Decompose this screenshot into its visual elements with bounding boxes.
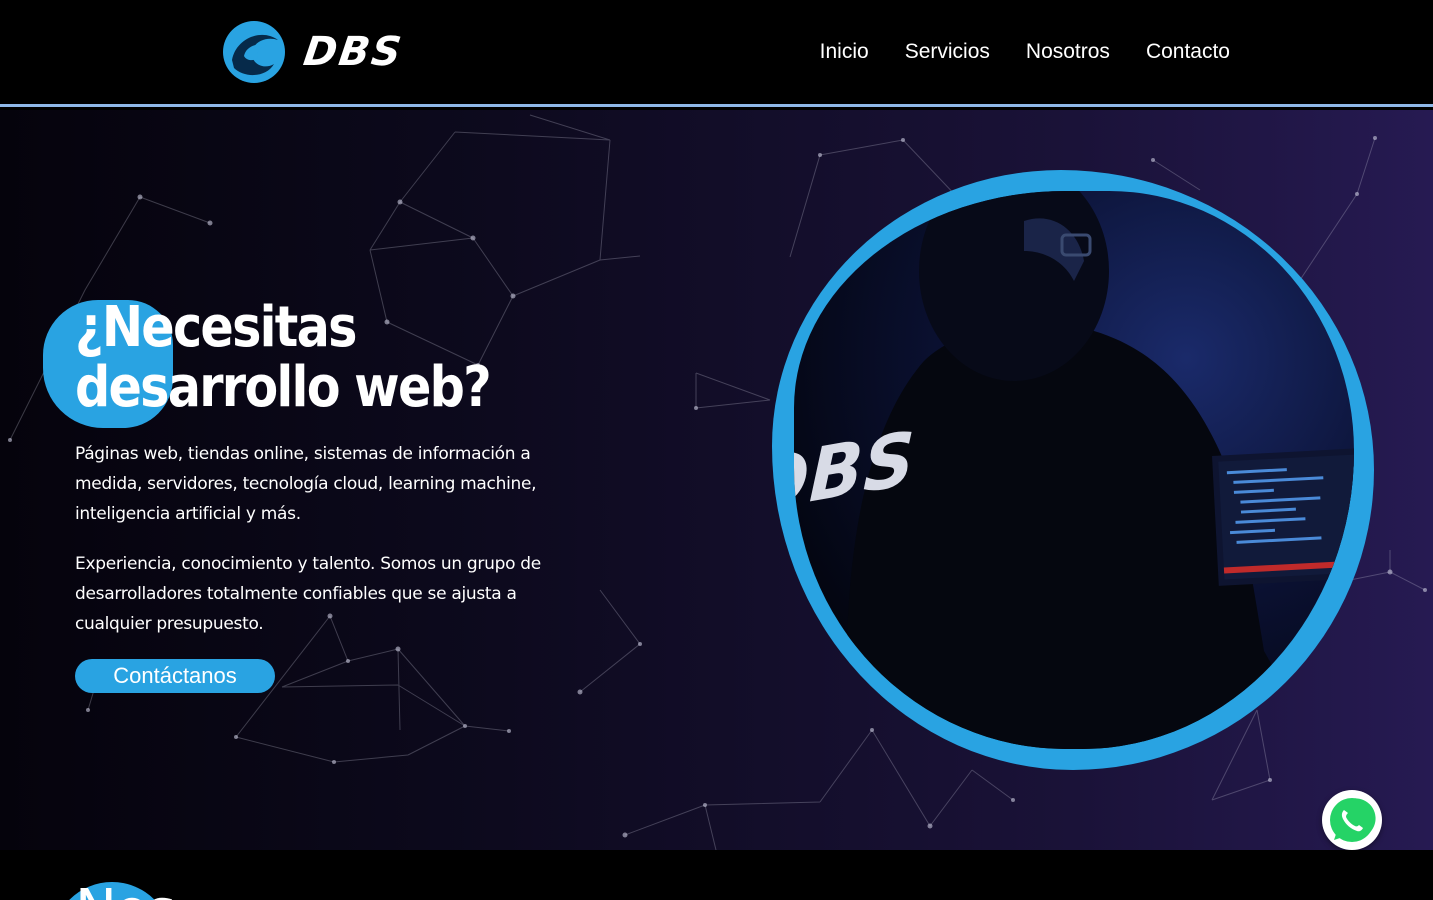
hero-title-line1: ¿Necesitas bbox=[75, 295, 357, 360]
whatsapp-icon bbox=[1330, 798, 1376, 842]
nav-item-nosotros[interactable]: Nosotros bbox=[1026, 40, 1110, 64]
hero-paragraph-experience: Experiencia, conocimiento y talento. Som… bbox=[75, 554, 541, 634]
hero-section: ¿Necesitas desarrollo web? Páginas web, … bbox=[0, 110, 1433, 850]
nav-item-inicio[interactable]: Inicio bbox=[820, 40, 869, 64]
next-section-title: Nos bbox=[75, 878, 176, 900]
brand-name: DBS bbox=[300, 29, 406, 75]
hero-title-line2: desarrollo web? bbox=[75, 355, 492, 420]
hero-title: ¿Necesitas desarrollo web? bbox=[75, 298, 568, 418]
developer-photo: DBS bbox=[794, 191, 1354, 749]
hero-paragraph-services: Páginas web, tiendas online, sistemas de… bbox=[75, 444, 537, 524]
whatsapp-button[interactable] bbox=[1322, 790, 1382, 850]
contact-cta-button[interactable]: Contáctanos bbox=[75, 659, 275, 693]
wave-logo-icon bbox=[223, 21, 285, 83]
next-section: Nos bbox=[0, 850, 1433, 900]
nav-item-contacto[interactable]: Contacto bbox=[1146, 40, 1230, 64]
site-header: DBS Inicio Servicios Nosotros Contacto bbox=[0, 0, 1433, 107]
developer-illustration: DBS bbox=[794, 191, 1354, 749]
main-nav: Inicio Servicios Nosotros Contacto bbox=[820, 40, 1230, 64]
nav-item-servicios[interactable]: Servicios bbox=[905, 40, 990, 64]
brand-logo[interactable]: DBS bbox=[222, 20, 406, 84]
